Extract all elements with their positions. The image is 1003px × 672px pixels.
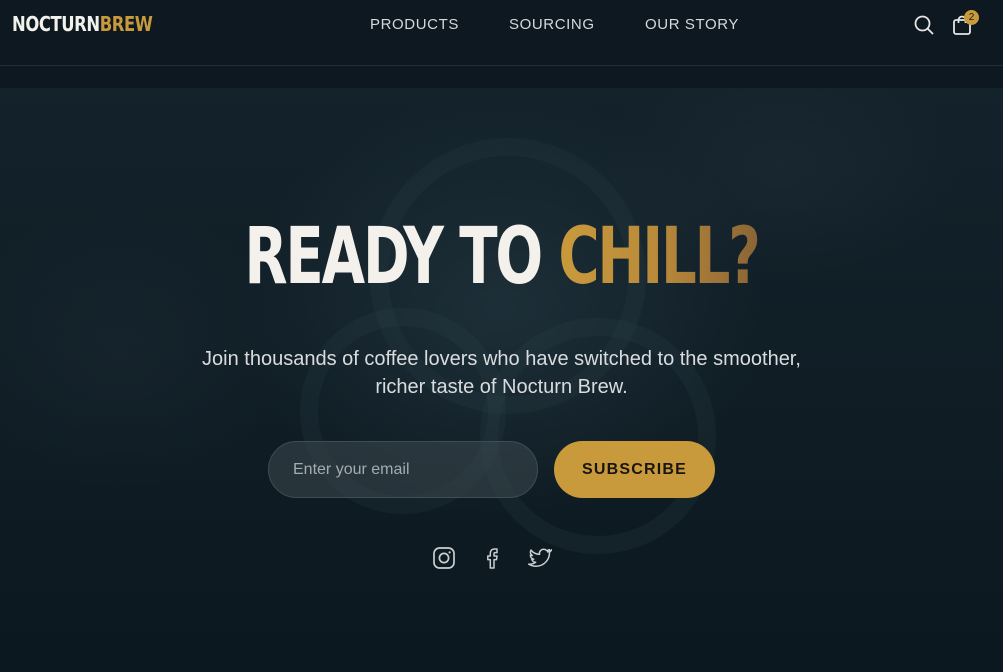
brand-logo-part1: NOCTURN <box>12 12 100 36</box>
instagram-icon[interactable] <box>432 546 456 570</box>
page: NOCTURNBREW PRODUCTS SOURCING OUR STORY … <box>0 0 1003 672</box>
newsletter-form: SUBSCRIBE <box>268 441 715 498</box>
facebook-icon[interactable] <box>480 546 504 570</box>
hero-headline: READY TO CHILL? <box>140 212 862 302</box>
cart-count-badge: 2 <box>964 10 979 25</box>
headline-gold-part: CHILL? <box>558 212 760 302</box>
twitter-icon[interactable] <box>527 546 553 570</box>
hero-subtitle-line2: richer taste of Nocturn Brew. <box>375 376 628 398</box>
headline-white-part: READY TO <box>244 212 559 302</box>
site-header: NOCTURNBREW PRODUCTS SOURCING OUR STORY … <box>0 0 1003 66</box>
nav-our-story[interactable]: OUR STORY <box>645 16 755 34</box>
hero-subtitle-line1: Join thousands of coffee lovers who have… <box>202 348 801 370</box>
hero-subtitle: Join thousands of coffee lovers who have… <box>0 345 1003 401</box>
nav-products[interactable]: PRODUCTS <box>370 16 509 34</box>
search-button[interactable] <box>913 14 935 36</box>
brand-logo[interactable]: NOCTURNBREW <box>12 11 153 37</box>
brand-logo-part2: BREW <box>99 12 153 36</box>
main-nav: PRODUCTS SOURCING OUR STORY <box>370 16 755 34</box>
search-icon <box>914 15 934 35</box>
cart-button[interactable]: 2 <box>951 10 979 36</box>
social-links <box>432 546 553 570</box>
email-input[interactable] <box>268 441 538 498</box>
subscribe-button[interactable]: SUBSCRIBE <box>554 441 715 498</box>
nav-sourcing[interactable]: SOURCING <box>509 16 645 34</box>
header-actions: 2 <box>913 10 979 36</box>
